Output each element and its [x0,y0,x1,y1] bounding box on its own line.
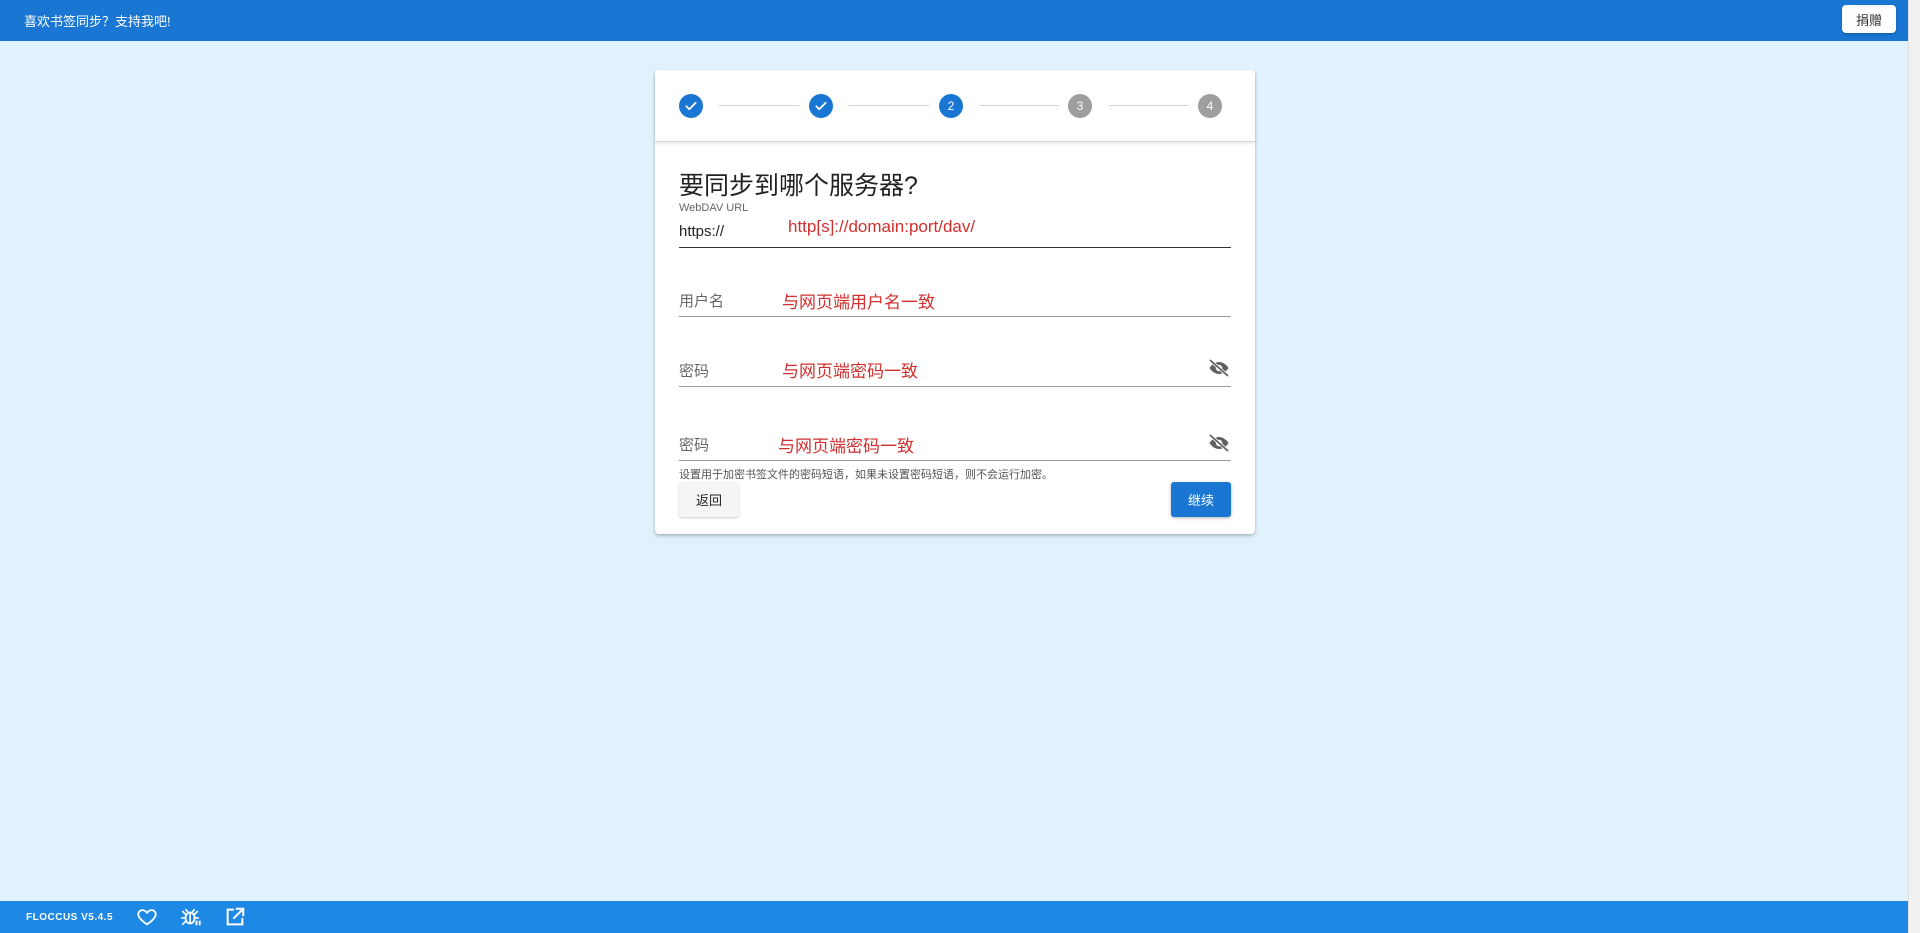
step-connector [979,105,1059,106]
passphrase-hint: 与网页端密码一致 [778,437,914,456]
webdav-url-label: WebDAV URL [679,202,749,214]
field-underline [679,316,1231,317]
bottom-bar: FLOCCUS V5.4.5 [0,901,1908,933]
eye-off-icon[interactable] [1207,356,1231,380]
username-hint: 与网页端用户名一致 [782,293,935,312]
heart-icon[interactable] [135,905,159,929]
webdav-url-hint: http[s]://domain:port/dav/ [788,217,976,236]
password-label: 密码 [679,363,710,380]
check-icon [685,101,697,111]
open-external-icon[interactable] [223,905,247,929]
webdav-url-input[interactable]: https:// [679,223,724,240]
step-pending: 4 [1198,94,1222,118]
step-connector [719,105,799,106]
top-banner: 喜欢书签同步？支持我吧! 捐赠 [0,0,1908,41]
field-underline [679,460,1231,461]
step-pending: 3 [1068,94,1092,118]
password-field[interactable]: 密码 与网页端密码一致 [679,347,1231,387]
webdav-url-field[interactable]: WebDAV URL https:// http[s]://domain:por… [679,202,1231,248]
check-icon [815,101,827,111]
donate-button[interactable]: 捐赠 [1841,5,1896,33]
eye-off-icon[interactable] [1207,431,1231,455]
support-message: 喜欢书签同步？支持我吧! [24,14,171,29]
step-connector [849,105,929,106]
bug-icon[interactable] [179,905,203,929]
username-field[interactable]: 用户名 与网页端用户名一致 [679,278,1231,317]
back-button[interactable]: 返回 [679,482,740,517]
continue-button[interactable]: 继续 [1170,482,1231,517]
step-1-complete[interactable] [679,94,703,118]
step-2-complete[interactable] [809,94,833,118]
step-connector [1109,105,1189,106]
field-underline [679,386,1231,387]
vertical-scrollbar[interactable] [1908,0,1920,933]
step-current[interactable]: 2 [939,94,963,118]
username-label: 用户名 [679,293,725,310]
password-hint: 与网页端密码一致 [782,362,918,381]
passphrase-label: 密码 [679,437,710,454]
setup-wizard-card: 2 3 4 要同步到哪个服务器? WebDAV URL https:// htt… [655,70,1255,534]
passphrase-helper-text: 设置用于加密书签文件的密码短语，如果未设置密码短语，则不会运行加密。 [679,469,1053,481]
page-title: 要同步到哪个服务器? [679,172,918,200]
field-underline [679,247,1231,248]
stepper: 2 3 4 [655,70,1255,142]
version-label: FLOCCUS V5.4.5 [26,911,114,923]
passphrase-field[interactable]: 密码 与网页端密码一致 [679,420,1231,461]
